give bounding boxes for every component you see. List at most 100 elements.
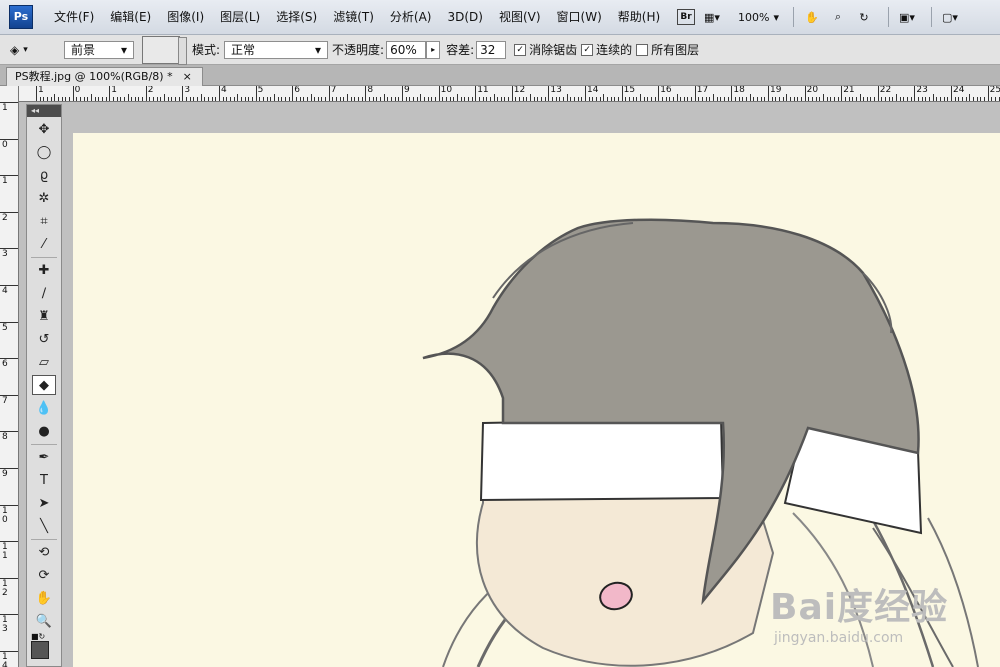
ruler-minor-tick (910, 97, 912, 101)
tool-separator (31, 444, 57, 445)
close-icon[interactable]: × (183, 68, 192, 86)
tools-panel-header[interactable]: ◂◂ (27, 105, 61, 117)
ruler-tick (438, 86, 440, 101)
menu-item[interactable]: 图层(L) (212, 9, 268, 25)
ruler-tick (951, 86, 952, 101)
hand-tool-icon[interactable]: ✋ (32, 588, 56, 608)
marquee-tool-icon[interactable]: ◯ (32, 142, 56, 162)
contiguous-checkbox[interactable]: ✓ 连续的 (581, 41, 632, 58)
ruler-label: 8 (2, 432, 8, 443)
color-swatches[interactable]: ■↻ (31, 632, 57, 662)
menu-item[interactable]: 分析(A) (382, 9, 440, 25)
ruler-label: 22 (879, 86, 892, 95)
eyedropper-tool-icon[interactable]: ⁄ (32, 234, 56, 254)
ruler-minor-tick (965, 97, 967, 101)
crop-tool-icon[interactable]: ⌗ (32, 211, 56, 231)
ruler-minor-tick (610, 97, 612, 101)
blur-tool-icon[interactable]: 💧 (32, 398, 56, 418)
ruler-minor-tick (306, 97, 308, 101)
ruler-minor-tick (317, 97, 319, 101)
3d-orbit-tool-icon[interactable]: ⟳ (32, 565, 56, 585)
hand-tool-button[interactable]: ✋ (802, 7, 822, 27)
ruler-minor-tick (632, 97, 634, 101)
lasso-tool-icon[interactable]: ϱ (32, 165, 56, 185)
zoom-level-dropdown[interactable]: 100% ▾ (738, 7, 779, 27)
ruler-minor-tick (932, 94, 934, 101)
ruler-minor-tick (636, 97, 638, 101)
default-colors-icon[interactable]: ■↻ (31, 632, 57, 641)
menu-item[interactable]: 帮助(H) (610, 9, 668, 25)
menu-item[interactable]: 编辑(E) (102, 9, 159, 25)
ruler-minor-tick (405, 97, 407, 101)
paint-bucket-tool-icon[interactable]: ◆ (32, 375, 56, 395)
ruler-label: 9 (2, 469, 8, 479)
zoom-tool-icon[interactable]: 🔍 (32, 611, 56, 631)
vertical-ruler[interactable]: 101234567891 01 11 21 31 4 (0, 86, 19, 667)
3d-rotate-tool-icon[interactable]: ⟲ (32, 542, 56, 562)
ruler-minor-tick (980, 97, 982, 101)
arrange-documents-button[interactable]: ▣▾ (897, 7, 917, 27)
fill-source-dropdown[interactable]: 前景 ▾ (64, 40, 134, 59)
menu-item[interactable]: 滤镜(T) (325, 9, 382, 25)
ruler-tick (511, 86, 513, 101)
bridge-button[interactable]: Br (676, 7, 696, 27)
dodge-tool-icon[interactable]: ● (32, 421, 56, 441)
clone-stamp-tool-icon[interactable]: ♜ (32, 306, 56, 326)
ruler-minor-tick (171, 97, 173, 101)
magic-wand-tool-icon[interactable]: ✲ (32, 188, 56, 208)
zoom-tool-button[interactable]: ⌕ (828, 7, 848, 27)
ruler-minor-tick (215, 97, 217, 101)
ruler-tick (328, 86, 330, 101)
healing-brush-tool-icon[interactable]: ✚ (32, 260, 56, 280)
ruler-minor-tick (775, 97, 777, 101)
rotate-view-button[interactable]: ↻ (854, 7, 874, 27)
menu-item[interactable]: 选择(S) (268, 9, 325, 25)
ruler-minor-tick (522, 97, 524, 101)
view-extras-button[interactable]: ▦▾ (702, 7, 722, 27)
menu-item[interactable]: 文件(F) (46, 9, 102, 25)
foreground-color-swatch[interactable] (31, 641, 49, 659)
pattern-picker[interactable] (142, 35, 187, 65)
ruler-minor-tick (515, 97, 517, 101)
document-tab[interactable]: PS教程.jpg @ 100%(RGB/8) * × (6, 67, 203, 86)
ruler-tick (365, 86, 367, 101)
ruler-minor-tick (266, 97, 268, 101)
ruler-minor-tick (482, 97, 484, 101)
history-brush-tool-icon[interactable]: ↺ (32, 329, 56, 349)
opacity-slider-button[interactable]: ▸ (426, 40, 441, 59)
antialias-checkbox[interactable]: ✓ 消除锯齿 (514, 41, 577, 58)
type-tool-icon[interactable]: T (32, 470, 56, 490)
ruler-minor-tick (98, 97, 100, 101)
main-menu: 文件(F) 编辑(E) 图像(I) 图层(L) 选择(S) 滤镜(T) 分析(A) 3D(D)… (46, 9, 668, 25)
menu-item[interactable]: 窗口(W) (549, 9, 610, 25)
menu-item[interactable]: 3D(D) (439, 9, 490, 25)
menu-item[interactable]: 图像(I) (159, 9, 212, 25)
line-tool-icon[interactable]: ╲ (32, 516, 56, 536)
opacity-field[interactable]: 60% (386, 40, 427, 59)
separator (792, 7, 794, 27)
mode-dropdown[interactable]: 正常 ▾ (224, 40, 329, 59)
path-selection-tool-icon[interactable]: ➤ (32, 493, 56, 513)
brush-tool-icon[interactable]: ∕ (32, 283, 56, 303)
tool-preset-picker[interactable]: ◈ ▾ (10, 39, 50, 61)
document-canvas[interactable]: Bai度经验 jingyan.baidu.com (73, 133, 1000, 667)
ruler-tick (841, 86, 843, 101)
move-tool-icon[interactable]: ✥ (32, 119, 56, 139)
menu-item[interactable]: 视图(V) (491, 9, 549, 25)
tool-separator (31, 257, 57, 258)
ruler-label: 1 (2, 176, 8, 187)
tolerance-field[interactable]: 32 (476, 40, 507, 59)
ruler-label: 1 3 (2, 615, 8, 635)
ruler-minor-tick (138, 97, 140, 101)
ruler-minor-tick (983, 97, 985, 101)
ruler-minor-tick (789, 97, 791, 101)
ruler-minor-tick (116, 97, 118, 101)
ruler-minor-tick (537, 97, 539, 101)
screen-mode-button[interactable]: ▢▾ (940, 7, 960, 27)
eraser-tool-icon[interactable]: ▱ (32, 352, 56, 372)
ruler-minor-tick (705, 97, 707, 101)
horizontal-ruler[interactable]: 1 0 1 2 3 4 5 6 7 8 9 10 11 12 13 14 15 16 17 18 19 20 21 22 23 2… (18, 86, 1000, 102)
ruler-minor-tick (332, 97, 334, 101)
pen-tool-icon[interactable]: ✒ (32, 447, 56, 467)
all-layers-checkbox[interactable]: 所有图层 (636, 41, 699, 58)
